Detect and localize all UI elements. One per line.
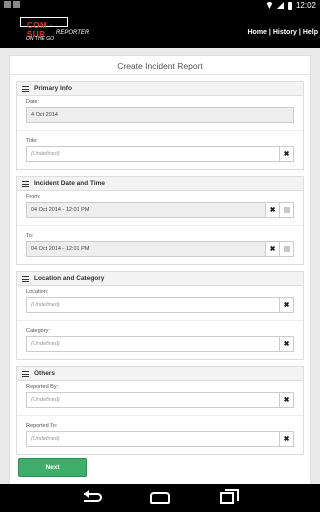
nav-separator: |: [268, 29, 271, 36]
field-label: Reported By:: [26, 384, 59, 390]
clear-to-button[interactable]: ✖: [266, 241, 280, 257]
to-picker-button[interactable]: [280, 241, 294, 257]
field-label: To:: [26, 233, 34, 239]
menu-icon: [22, 275, 29, 282]
status-bar: 12:02: [0, 0, 320, 12]
reported-by-field: Reported By: (Undefined) ✖: [17, 381, 303, 408]
field-label: Date:: [26, 99, 40, 105]
nav-home-link[interactable]: Home: [248, 29, 267, 36]
logo-frame: COM · SUR: [20, 17, 68, 39]
calendar-grid-icon: [283, 246, 290, 252]
clock: 12:02: [295, 1, 316, 10]
category-input[interactable]: (Undefined): [26, 336, 280, 352]
wifi-icon: [265, 2, 273, 9]
clear-reported-to-button[interactable]: ✖: [280, 431, 294, 447]
section-header: Location and Category: [17, 272, 303, 286]
home-icon[interactable]: [150, 492, 170, 504]
main-content: Create Incident Report Primary Info Date…: [0, 48, 320, 499]
close-icon: ✖: [283, 436, 290, 443]
form-title: Create Incident Report: [10, 56, 310, 75]
title-input[interactable]: (Undefined): [26, 146, 280, 162]
menu-icon: [22, 370, 29, 377]
menu-icon: [22, 85, 29, 92]
section-header: Primary Info: [17, 82, 303, 96]
reported-to-input[interactable]: (Undefined): [26, 431, 280, 447]
section-others: Others Reported By: (Undefined) ✖ Report…: [16, 366, 304, 455]
date-field: Date: 4 Oct 2014: [17, 96, 303, 123]
app-logo: COM · SUR REPORTER ON THE GO: [8, 15, 89, 45]
nav-history-link[interactable]: History: [273, 29, 297, 36]
recent-apps-icon[interactable]: [220, 489, 239, 504]
section-title: Primary Info: [34, 85, 72, 92]
nav-separator: |: [298, 29, 301, 36]
section-title: Others: [34, 370, 55, 377]
app-header: COM · SUR REPORTER ON THE GO Home | Hist…: [0, 12, 320, 48]
location-field: Location: (Undefined) ✖: [17, 286, 303, 313]
notification-icon: [13, 1, 21, 8]
close-icon: ✖: [269, 246, 276, 253]
section-header: Incident Date and Time: [17, 177, 303, 191]
location-input[interactable]: (Undefined): [26, 297, 280, 313]
to-field: To: 04 Oct 2014 - 12:01 PM ✖: [17, 225, 303, 264]
clear-title-button[interactable]: ✖: [280, 146, 294, 162]
category-field: Category: (Undefined) ✖: [17, 320, 303, 359]
clear-from-button[interactable]: ✖: [266, 202, 280, 218]
field-label: Category:: [26, 328, 50, 334]
field-label: Location:: [26, 289, 49, 295]
system-nav-bar: [0, 484, 320, 512]
from-field: From: 04 Oct 2014 - 12:01 PM ✖: [17, 191, 303, 218]
clear-location-button[interactable]: ✖: [280, 297, 294, 313]
date-input: 4 Oct 2014: [26, 107, 294, 123]
section-primary-info: Primary Info Date: 4 Oct 2014 Title: (Un…: [16, 81, 304, 170]
from-datetime-input[interactable]: 04 Oct 2014 - 12:01 PM: [26, 202, 266, 218]
field-label: From:: [26, 194, 41, 200]
reported-to-field: Reported To: (Undefined) ✖: [17, 415, 303, 454]
close-icon: ✖: [283, 151, 290, 158]
section-title: Location and Category: [34, 275, 105, 282]
reported-by-input[interactable]: (Undefined): [26, 392, 280, 408]
close-icon: ✖: [269, 207, 276, 214]
clear-reported-by-button[interactable]: ✖: [280, 392, 294, 408]
menu-icon: [22, 180, 29, 187]
calendar-grid-icon: [283, 207, 290, 213]
nav-help-link[interactable]: Help: [303, 29, 318, 36]
notification-icon: [4, 1, 11, 8]
back-icon[interactable]: [84, 490, 102, 502]
close-icon: ✖: [283, 341, 290, 348]
top-nav: Home | History | Help: [248, 29, 319, 36]
next-button[interactable]: Next: [18, 458, 87, 477]
close-icon: ✖: [283, 302, 290, 309]
section-title: Incident Date and Time: [34, 180, 106, 187]
title-field: Title: (Undefined) ✖: [17, 130, 303, 169]
section-location-category: Location and Category Location: (Undefin…: [16, 271, 304, 360]
logo-subtitle: REPORTER: [56, 30, 90, 36]
clear-category-button[interactable]: ✖: [280, 336, 294, 352]
field-label: Reported To:: [26, 423, 58, 429]
close-icon: ✖: [283, 397, 290, 404]
incident-report-form: Create Incident Report Primary Info Date…: [9, 55, 311, 499]
from-picker-button[interactable]: [280, 202, 294, 218]
section-incident-date-time: Incident Date and Time From: 04 Oct 2014…: [16, 176, 304, 265]
battery-icon: [287, 1, 292, 10]
field-label: Title:: [26, 138, 38, 144]
section-header: Others: [17, 367, 303, 381]
signal-icon: [276, 2, 284, 9]
logo-tagline: ON THE GO: [26, 36, 55, 42]
notification-icons: [4, 1, 21, 10]
to-datetime-input[interactable]: 04 Oct 2014 - 12:01 PM: [26, 241, 266, 257]
